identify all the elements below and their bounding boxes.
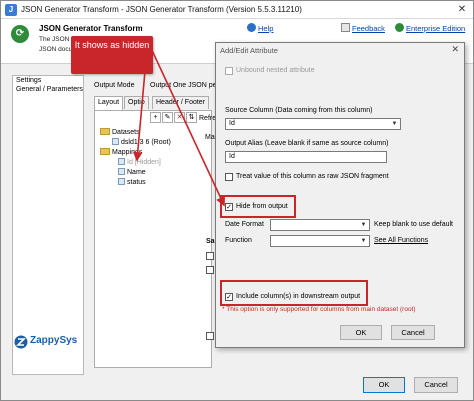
- enterprise-link[interactable]: Enterprise Edition: [395, 23, 465, 36]
- side-label-sa: Sa: [206, 238, 215, 245]
- dialog-title: Add/Edit Attribute: [220, 46, 278, 55]
- nav-item-settings[interactable]: Settings: [13, 76, 83, 85]
- chevron-down-icon: ▼: [360, 238, 367, 244]
- help-icon: [247, 23, 256, 32]
- chevron-down-icon: ▼: [391, 121, 398, 127]
- zappysys-name: ZappySys: [30, 335, 78, 346]
- transform-logo-icon: ⟳: [11, 25, 29, 43]
- zappysys-logo-icon: [14, 335, 28, 349]
- delete-icon[interactable]: ✕: [174, 112, 185, 123]
- unbound-checkbox[interactable]: [225, 67, 233, 75]
- tree-node-mappings[interactable]: Mappings: [100, 148, 208, 158]
- help-link[interactable]: Help: [247, 23, 273, 36]
- folder-icon: [100, 148, 110, 155]
- window-title: JSON Generator Transform - JSON Generato…: [21, 5, 302, 14]
- header-desc-line1: The JSON: [39, 36, 70, 43]
- feedback-link[interactable]: Feedback: [341, 23, 385, 36]
- side-checkbox[interactable]: [206, 332, 214, 340]
- treat-raw-label: Treat value of this column as raw JSON f…: [236, 173, 389, 180]
- tree-node-dataset-root[interactable]: dsld1 3 6 (Root): [112, 138, 208, 148]
- source-column-label: Source Column (Data coming from this col…: [225, 107, 373, 114]
- tab-options[interactable]: Optio: [124, 96, 149, 109]
- zappysys-logo: ZappySys: [14, 333, 78, 353]
- header-desc-line2: JSON docu: [39, 46, 73, 53]
- dialog-close-icon[interactable]: ✕: [451, 44, 459, 55]
- see-all-functions-link[interactable]: See All Functions: [374, 237, 428, 244]
- tree-node-id-hidden[interactable]: Id [Hidden]: [118, 158, 208, 168]
- header-title: JSON Generator Transform: [39, 24, 143, 33]
- output-mode-label: Output Mode: [94, 82, 135, 89]
- cancel-button[interactable]: Cancel: [414, 377, 458, 393]
- tree-node-name[interactable]: Name: [118, 168, 208, 178]
- enterprise-icon: [395, 23, 404, 32]
- side-checkbox[interactable]: [206, 252, 214, 260]
- settings-nav: Settings General / Parameters: [12, 75, 84, 375]
- app-icon: J: [5, 4, 17, 16]
- add-edit-attribute-dialog: Add/Edit Attribute ✕ Unbound nested attr…: [215, 42, 465, 348]
- highlight-box: [220, 195, 296, 218]
- highlight-box: [220, 280, 368, 306]
- date-format-select[interactable]: ▼: [270, 219, 370, 231]
- warning-text: * This option is only supported for colu…: [222, 306, 416, 313]
- side-label-ma: Ma: [205, 134, 215, 141]
- title-bar: J JSON Generator Transform - JSON Genera…: [1, 1, 473, 19]
- attribute-icon: [118, 158, 125, 165]
- attribute-icon: [118, 168, 125, 175]
- date-format-hint: Keep blank to use default: [374, 221, 454, 228]
- folder-icon: [100, 128, 110, 135]
- date-format-label: Date Format: [225, 221, 264, 228]
- output-alias-input[interactable]: Id: [225, 151, 387, 163]
- tree-node-status[interactable]: status: [118, 178, 208, 188]
- dialog-cancel-button[interactable]: Cancel: [391, 325, 435, 340]
- output-one-label: Output One JSON per: [150, 82, 219, 89]
- tree-node-datasets[interactable]: Datasets: [100, 128, 208, 138]
- dataset-icon: [112, 138, 119, 145]
- attribute-icon: [118, 178, 125, 185]
- move-icon[interactable]: ⇅: [186, 112, 197, 123]
- function-select[interactable]: ▼: [270, 235, 370, 247]
- source-column-select[interactable]: Id ▼: [225, 118, 401, 130]
- layout-tree: Datasets dsld1 3 6 (Root) Mappings Id [H…: [98, 128, 208, 188]
- function-label: Function: [225, 237, 252, 244]
- dialog-ok-button[interactable]: OK: [340, 325, 382, 340]
- side-checkbox[interactable]: [206, 266, 214, 274]
- unbound-label: Unbound nested attribute: [236, 67, 315, 74]
- treat-raw-checkbox[interactable]: [225, 173, 233, 181]
- chevron-down-icon: ▼: [360, 222, 367, 228]
- feedback-icon: [341, 23, 350, 32]
- tab-header-footer[interactable]: Header / Footer: [152, 96, 210, 109]
- refresh-button[interactable]: Refre: [199, 115, 216, 122]
- output-alias-label: Output Alias (Leave blank if same as sou…: [225, 140, 389, 147]
- edit-icon[interactable]: ✎: [162, 112, 173, 123]
- close-icon[interactable]: ✕: [455, 3, 469, 17]
- callout-annotation: It shows as hidden: [71, 36, 153, 74]
- tab-layout[interactable]: Layout: [94, 96, 124, 110]
- add-icon[interactable]: +: [150, 112, 161, 123]
- ok-button[interactable]: OK: [363, 377, 405, 393]
- nav-item-general[interactable]: General / Parameters: [13, 85, 83, 94]
